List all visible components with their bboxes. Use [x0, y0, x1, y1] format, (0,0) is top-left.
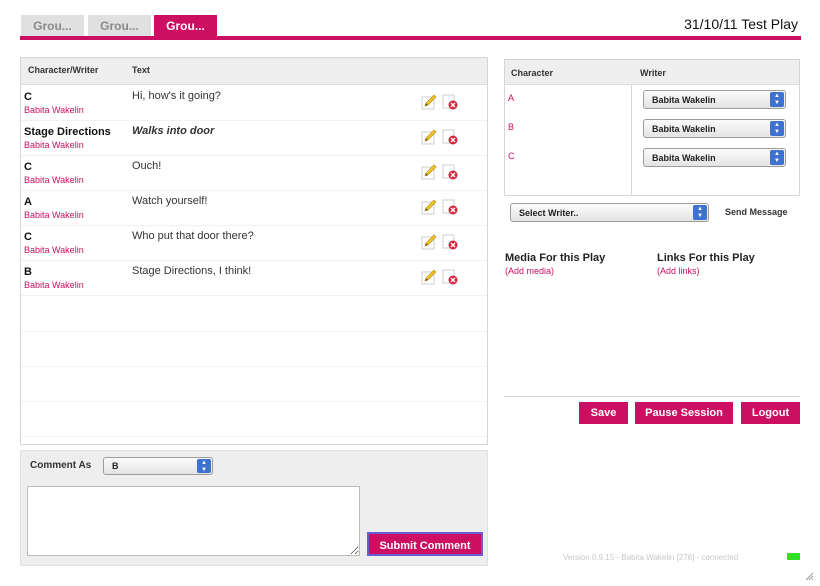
writer-select-value: Babita Wakelin — [652, 152, 716, 163]
writer-select-b[interactable]: Babita Wakelin ▲ ▼ — [643, 119, 786, 138]
row-divider — [21, 331, 487, 332]
row-character: C — [24, 231, 32, 243]
column-header-writer: Writer — [640, 68, 666, 78]
script-row: C Babita Wakelin Ouch! — [21, 156, 487, 191]
row-writer: Babita Wakelin — [24, 175, 84, 185]
script-row: C Babita Wakelin Who put that door there… — [21, 226, 487, 261]
select-writer-dropdown[interactable]: Select Writer.. ▲ ▼ — [510, 203, 709, 222]
assignment-character: A — [508, 93, 515, 103]
play-title: 31/10/11 Test Play — [684, 16, 798, 32]
select-arrows-icon: ▲ ▼ — [693, 205, 707, 220]
assignment-character: B — [508, 122, 515, 132]
column-header-character: Character/Writer — [28, 65, 99, 75]
delete-icon[interactable] — [442, 164, 458, 180]
writer-select-c[interactable]: Babita Wakelin ▲ ▼ — [643, 148, 786, 167]
select-arrows-icon: ▲ ▼ — [770, 121, 784, 136]
tab-group-2[interactable]: Grou... — [88, 15, 151, 37]
pencil-edit-icon[interactable] — [421, 199, 437, 215]
comment-as-label: Comment As — [30, 460, 92, 471]
assignment-character: C — [508, 151, 515, 161]
row-text: Stage Directions, I think! — [132, 265, 252, 277]
character-writer-panel: Character Writer A Babita Wakelin ▲ ▼ B B… — [504, 59, 800, 196]
script-row: Stage Directions Babita Wakelin Walks in… — [21, 121, 487, 156]
row-divider — [21, 436, 487, 437]
submit-comment-button[interactable]: Submit Comment — [367, 532, 483, 556]
script-table-header: Character/Writer Text — [21, 58, 487, 85]
send-message-button[interactable]: Send Message — [725, 207, 788, 217]
assignment-table-header: Character Writer — [505, 60, 799, 85]
column-divider — [631, 85, 632, 195]
row-writer: Babita Wakelin — [24, 140, 84, 150]
column-header-text: Text — [132, 65, 150, 75]
comment-as-select[interactable]: B ▲ ▼ — [103, 457, 213, 475]
row-text: Watch yourself! — [132, 195, 208, 207]
select-arrows-icon: ▲ ▼ — [770, 150, 784, 165]
delete-icon[interactable] — [442, 269, 458, 285]
select-arrows-icon: ▲ ▼ — [770, 92, 784, 107]
pencil-edit-icon[interactable] — [421, 269, 437, 285]
script-panel: Character/Writer Text C Babita Wakelin H… — [20, 57, 488, 445]
comment-as-value: B — [112, 461, 119, 471]
row-divider — [21, 366, 487, 367]
tab-group-3[interactable]: Grou... — [154, 15, 217, 37]
row-writer: Babita Wakelin — [24, 245, 84, 255]
pause-session-button[interactable]: Pause Session — [635, 402, 733, 424]
select-arrows-icon: ▲ ▼ — [197, 459, 211, 473]
row-character: C — [24, 91, 32, 103]
logout-button[interactable]: Logout — [741, 402, 800, 424]
writer-select-value: Babita Wakelin — [652, 123, 716, 134]
script-row: A Babita Wakelin Watch yourself! — [21, 191, 487, 226]
delete-icon[interactable] — [442, 234, 458, 250]
save-button[interactable]: Save — [579, 402, 628, 424]
row-text: Walks into door — [132, 125, 215, 137]
select-writer-value: Select Writer.. — [519, 207, 579, 218]
add-media-link[interactable]: (Add media) — [505, 266, 554, 276]
media-title: Media For this Play — [505, 252, 606, 264]
delete-icon[interactable] — [442, 129, 458, 145]
row-text: Who put that door there? — [132, 230, 254, 242]
comment-textarea[interactable] — [27, 486, 360, 556]
row-character: A — [24, 196, 32, 208]
column-header-character: Character — [511, 68, 554, 78]
header-divider — [20, 36, 801, 40]
row-writer: Babita Wakelin — [24, 105, 84, 115]
connection-status-indicator — [787, 553, 800, 560]
add-links-link[interactable]: (Add links) — [657, 266, 700, 276]
tab-group-1[interactable]: Grou... — [21, 15, 84, 37]
pencil-edit-icon[interactable] — [421, 164, 437, 180]
resize-grip-icon[interactable] — [804, 571, 814, 581]
row-text: Hi, how's it going? — [132, 90, 221, 102]
pencil-edit-icon[interactable] — [421, 94, 437, 110]
row-text: Ouch! — [132, 160, 162, 172]
row-character: B — [24, 266, 32, 278]
row-character: C — [24, 161, 32, 173]
row-divider — [21, 401, 487, 402]
status-text: Version 0.9.15 - Babita Wakelin [276] - … — [563, 553, 739, 562]
pencil-edit-icon[interactable] — [421, 129, 437, 145]
actions-divider — [504, 396, 800, 397]
pencil-edit-icon[interactable] — [421, 234, 437, 250]
links-title: Links For this Play — [657, 252, 755, 264]
delete-icon[interactable] — [442, 199, 458, 215]
writer-select-a[interactable]: Babita Wakelin ▲ ▼ — [643, 90, 786, 109]
row-writer: Babita Wakelin — [24, 210, 84, 220]
writer-select-value: Babita Wakelin — [652, 94, 716, 105]
script-row: B Babita Wakelin Stage Directions, I thi… — [21, 261, 487, 296]
comment-panel: Comment As B ▲ ▼ Submit Comment — [20, 450, 488, 566]
row-character: Stage Directions — [24, 126, 111, 138]
row-writer: Babita Wakelin — [24, 280, 84, 290]
script-row: C Babita Wakelin Hi, how's it going? — [21, 86, 487, 121]
delete-icon[interactable] — [442, 94, 458, 110]
